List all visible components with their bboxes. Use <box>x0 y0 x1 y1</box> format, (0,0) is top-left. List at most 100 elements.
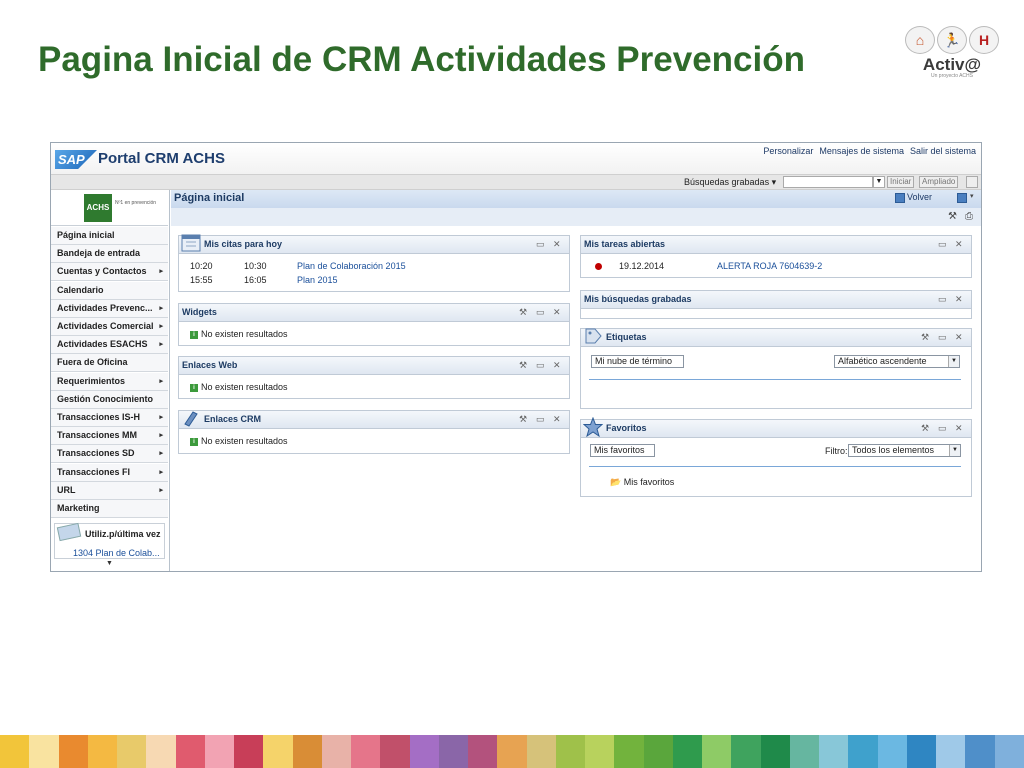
chevron-right-icon: ▸ <box>159 450 163 458</box>
appointments-header: Mis citas para hoy ▭ ✕ <box>179 234 569 254</box>
search-dropdown-toggle[interactable]: ▼ <box>873 176 885 188</box>
wrench-icon[interactable]: ⚒ <box>519 414 527 425</box>
minimize-icon[interactable]: ▭ <box>938 423 947 434</box>
minimize-icon[interactable]: ▭ <box>536 360 545 371</box>
back-icon[interactable] <box>895 193 905 203</box>
achs-tagline: Nº1 en prevención <box>115 200 157 206</box>
calendar-icon <box>181 234 201 252</box>
wrench-icon[interactable]: ⚒ <box>921 423 929 434</box>
web-links-header: Enlaces Web ⚒ ▭ ✕ <box>179 357 569 375</box>
tag-sort-select[interactable]: Alfabético ascendente ▼ <box>834 355 960 368</box>
trash-icon[interactable] <box>966 176 978 188</box>
nav-item[interactable]: Cuentas y Contactos ▸ <box>51 263 168 282</box>
color-stripe <box>409 735 439 768</box>
color-stripe <box>146 735 176 768</box>
favorites-folder[interactable]: 📂 Mis favoritos <box>610 477 674 488</box>
info-icon: i <box>190 437 198 446</box>
close-icon[interactable]: ✕ <box>553 307 561 318</box>
nav-item[interactable]: Actividades ESACHS ▸ <box>51 336 168 355</box>
minimize-icon[interactable]: ▭ <box>938 239 947 250</box>
history-dropdown-icon[interactable]: ▾ <box>970 192 974 200</box>
nav-item-label: Transacciones SD <box>57 448 135 459</box>
chevron-down-icon: ▼ <box>949 445 960 456</box>
achs-logo: ACHS <box>84 194 112 222</box>
minimize-icon[interactable]: ▭ <box>938 294 947 305</box>
chevron-right-icon: ▸ <box>159 341 163 349</box>
favorites-title: Favoritos <box>606 423 647 433</box>
color-stripe <box>614 735 644 768</box>
nav-item[interactable]: Calendario <box>51 281 168 300</box>
print-icon[interactable]: ⎙ <box>965 211 973 222</box>
crm-links-header: Enlaces CRM ⚒ ▭ ✕ <box>179 411 569 429</box>
nav-item-label: Cuentas y Contactos <box>57 266 147 277</box>
wrench-icon[interactable]: ⚒ <box>519 360 527 371</box>
nav-item[interactable]: Marketing <box>51 500 168 518</box>
saved-searches-menu[interactable]: Búsquedas grabadas ▾ <box>684 177 776 188</box>
logo-icons: ⌂ 🏃 H <box>900 26 1004 54</box>
close-icon[interactable]: ✕ <box>553 239 561 250</box>
nav-item-label: Calendario <box>57 284 104 295</box>
empty-message-text: No existen resultados <box>201 329 288 339</box>
close-icon[interactable]: ✕ <box>955 294 963 305</box>
favorites-select-value: Mis favoritos <box>594 445 645 455</box>
nav-item[interactable]: Actividades Comercial ▸ <box>51 318 168 336</box>
tag-cloud-select[interactable]: Mi nube de término <box>591 355 684 368</box>
divider <box>589 466 961 467</box>
system-messages-link[interactable]: Mensajes de sistema <box>819 146 904 156</box>
wrench-icon[interactable]: ⚒ <box>921 332 929 343</box>
filter-select[interactable]: Todos los elementos ▼ <box>848 444 961 457</box>
close-icon[interactable]: ✕ <box>955 423 963 434</box>
appointment-start: 15:55 <box>190 275 213 285</box>
task-link[interactable]: ALERTA ROJA 7604639-2 <box>717 261 822 271</box>
advanced-button[interactable]: Ampliado <box>919 176 959 188</box>
nav-item[interactable]: Transacciones MM ▸ <box>51 427 168 446</box>
nav-item[interactable]: Gestión Conocimiento <box>51 390 168 409</box>
wrench-icon[interactable]: ⚒ <box>948 211 957 222</box>
close-icon[interactable]: ✕ <box>955 332 963 343</box>
history-icon[interactable] <box>957 193 967 203</box>
widgets-title: Widgets <box>182 307 217 317</box>
priority-icon <box>595 263 602 270</box>
nav-item[interactable]: Requerimientos ▸ <box>51 372 168 391</box>
minimize-icon[interactable]: ▭ <box>536 239 545 250</box>
search-input[interactable] <box>783 176 873 188</box>
minimize-icon[interactable]: ▭ <box>938 332 947 343</box>
tags-title: Etiquetas <box>606 332 647 342</box>
nav-item[interactable]: Actividades Prevenc... ▸ <box>51 299 168 318</box>
tags-header: Etiquetas ⚒ ▭ ✕ <box>581 328 971 347</box>
close-icon[interactable]: ✕ <box>553 414 561 425</box>
color-stripe <box>0 735 30 768</box>
color-stripe <box>819 735 849 768</box>
appointment-link[interactable]: Plan de Colaboración 2015 <box>297 261 406 271</box>
color-stripe <box>234 735 264 768</box>
appointment-link[interactable]: Plan 2015 <box>297 275 338 285</box>
recent-title: Utiliz.p/última vez <box>85 529 161 539</box>
personalize-link[interactable]: Personalizar <box>763 146 813 156</box>
close-icon[interactable]: ✕ <box>553 360 561 371</box>
nav-item[interactable]: Transacciones IS-H ▸ <box>51 409 168 427</box>
empty-message-text: No existen resultados <box>201 436 288 446</box>
nav-item-label: Transacciones FI <box>57 466 131 477</box>
color-stripe <box>965 735 995 768</box>
nav-item[interactable]: Fuera de Oficina <box>51 354 168 373</box>
nav-item[interactable]: Transacciones FI ▸ <box>51 463 168 482</box>
scroll-down-icon[interactable]: ▼ <box>106 560 113 567</box>
color-stripe <box>497 735 527 768</box>
start-button[interactable]: Iniciar <box>887 176 915 188</box>
nav-item[interactable]: Transacciones SD ▸ <box>51 445 168 464</box>
close-icon[interactable]: ✕ <box>955 239 963 250</box>
minimize-icon[interactable]: ▭ <box>536 414 545 425</box>
nav-item[interactable]: Página inicial <box>51 227 168 245</box>
back-button[interactable]: Volver <box>907 192 932 202</box>
nav-item[interactable]: URL ▸ <box>51 481 168 500</box>
logout-link[interactable]: Salir del sistema <box>910 146 976 156</box>
color-stripe <box>555 735 585 768</box>
minimize-icon[interactable]: ▭ <box>536 307 545 318</box>
nav-item[interactable]: Bandeja de entrada <box>51 245 168 264</box>
color-stripe <box>87 735 117 768</box>
filter-label: Filtro: <box>825 446 848 456</box>
wrench-icon[interactable]: ⚒ <box>519 307 527 318</box>
nav-panel: ACHS Nº1 en prevención Página inicial Ban… <box>51 190 170 571</box>
recent-item-link[interactable]: 1304 Plan de Colab... <box>73 548 160 558</box>
favorites-select[interactable]: Mis favoritos <box>590 444 655 457</box>
